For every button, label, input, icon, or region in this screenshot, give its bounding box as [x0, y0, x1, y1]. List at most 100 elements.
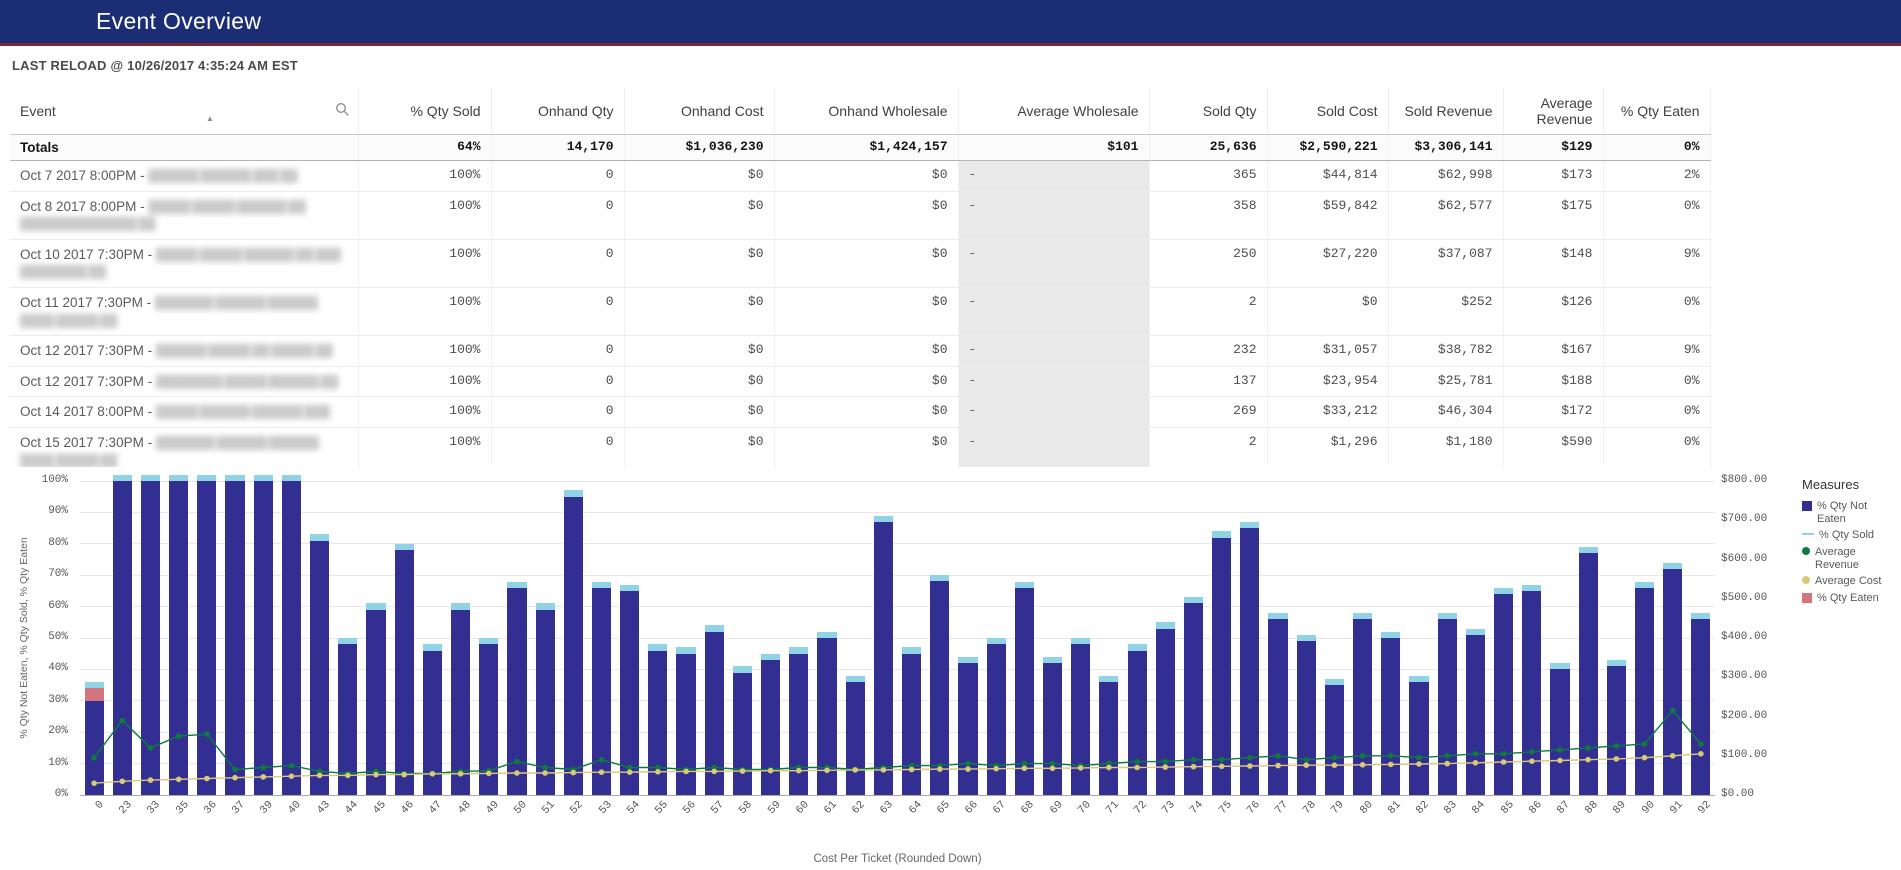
x-axis-tick-label[interactable]: 44 — [343, 799, 361, 817]
x-axis-tick-label[interactable]: 46 — [399, 799, 417, 817]
x-axis-tick-label[interactable]: 43 — [315, 799, 333, 817]
x-axis-tick-label[interactable]: 92 — [1696, 799, 1714, 817]
x-axis-tick-label[interactable]: 53 — [596, 799, 614, 817]
cell-sold-revenue[interactable]: $38,782 — [1388, 336, 1503, 367]
cell-onhand-qty[interactable]: 0 — [491, 191, 624, 239]
column-header-average-revenue[interactable]: Average Revenue — [1503, 88, 1603, 134]
x-axis-tick-label[interactable]: 45 — [371, 799, 389, 817]
cell-onhand-wholesale[interactable]: $0 — [774, 336, 958, 367]
cell-qty-sold[interactable]: 100% — [358, 161, 491, 192]
cell-average-wholesale[interactable]: - — [958, 161, 1149, 192]
column-header-average-wholesale[interactable]: Average Wholesale — [958, 88, 1149, 134]
x-axis-tick-label[interactable]: 35 — [174, 799, 192, 817]
cell-sold-qty[interactable]: 358 — [1149, 191, 1267, 239]
x-axis-tick-label[interactable]: 0 — [94, 799, 107, 812]
cell-qty-eaten[interactable]: 0% — [1603, 366, 1710, 397]
legend-item-qty-not-eaten[interactable]: % Qty Not Eaten — [1802, 500, 1898, 525]
cell-onhand-cost[interactable]: $0 — [624, 288, 774, 336]
x-axis-tick-label[interactable]: 88 — [1583, 799, 1601, 817]
cell-average-wholesale[interactable]: - — [958, 366, 1149, 397]
cell-average-wholesale[interactable]: - — [958, 191, 1149, 239]
x-axis-tick-label[interactable]: 72 — [1132, 799, 1150, 817]
x-axis-tick-label[interactable]: 80 — [1358, 799, 1376, 817]
x-axis-tick-label[interactable]: 87 — [1555, 799, 1573, 817]
event-cell[interactable]: Oct 7 2017 8:00PM - ██████ ██████ ███ ██ — [10, 161, 358, 192]
x-axis-tick-label[interactable]: 81 — [1386, 799, 1404, 817]
x-axis-tick-label[interactable]: 83 — [1442, 799, 1460, 817]
column-header-qty-sold[interactable]: % Qty Sold — [358, 88, 491, 134]
x-axis-tick-label[interactable]: 39 — [258, 799, 276, 817]
cell-onhand-cost[interactable]: $0 — [624, 336, 774, 367]
cell-sold-cost[interactable]: $31,057 — [1267, 336, 1388, 367]
cell-sold-revenue[interactable]: $252 — [1388, 288, 1503, 336]
x-axis-tick-label[interactable]: 62 — [850, 799, 868, 817]
cell-sold-qty[interactable]: 269 — [1149, 397, 1267, 428]
cell-sold-cost[interactable]: $33,212 — [1267, 397, 1388, 428]
cell-onhand-cost[interactable]: $0 — [624, 397, 774, 428]
x-axis-tick-label[interactable]: 75 — [1217, 799, 1235, 817]
x-axis-tick-label[interactable]: 61 — [822, 799, 840, 817]
x-axis-tick-label[interactable]: 89 — [1611, 799, 1629, 817]
column-header-onhand-wholesale[interactable]: Onhand Wholesale — [774, 88, 958, 134]
x-axis-tick-label[interactable]: 64 — [907, 799, 925, 817]
cell-onhand-cost[interactable]: $0 — [624, 191, 774, 239]
x-axis-tick-label[interactable]: 49 — [484, 799, 502, 817]
x-axis-tick-label[interactable]: 68 — [1019, 799, 1037, 817]
cell-sold-qty[interactable]: 232 — [1149, 336, 1267, 367]
cell-onhand-qty[interactable]: 0 — [491, 366, 624, 397]
x-axis-tick-label[interactable]: 40 — [286, 799, 304, 817]
x-axis-tick-label[interactable]: 71 — [1104, 799, 1122, 817]
cell-onhand-wholesale[interactable]: $0 — [774, 288, 958, 336]
cell-average-revenue[interactable]: $148 — [1503, 239, 1603, 287]
cell-average-revenue[interactable]: $172 — [1503, 397, 1603, 428]
x-axis-tick-label[interactable]: 58 — [737, 799, 755, 817]
cell-average-wholesale[interactable]: - — [958, 288, 1149, 336]
cell-onhand-wholesale[interactable]: $0 — [774, 239, 958, 287]
cell-sold-cost[interactable]: $44,814 — [1267, 161, 1388, 192]
x-axis-tick-label[interactable]: 73 — [1160, 799, 1178, 817]
cell-average-wholesale[interactable]: - — [958, 336, 1149, 367]
cell-qty-eaten[interactable]: 0% — [1603, 397, 1710, 428]
x-axis-tick-label[interactable]: 23 — [117, 799, 135, 817]
x-axis-tick-label[interactable]: 33 — [145, 799, 163, 817]
cell-average-wholesale[interactable]: - — [958, 397, 1149, 428]
x-axis-tick-label[interactable]: 79 — [1329, 799, 1347, 817]
cell-sold-qty[interactable]: 137 — [1149, 366, 1267, 397]
x-axis-tick-label[interactable]: 50 — [512, 799, 530, 817]
event-cell[interactable]: Oct 11 2017 7:30PM - ███████ ██████ ████… — [10, 288, 358, 336]
event-cell[interactable]: Oct 10 2017 7:30PM - █████ █████ ██████ … — [10, 239, 358, 287]
event-cell[interactable]: Oct 12 2017 7:30PM - ██████ █████ ██ ███… — [10, 336, 358, 367]
x-axis-tick-label[interactable]: 82 — [1414, 799, 1432, 817]
x-axis-tick-label[interactable]: 36 — [202, 799, 220, 817]
search-icon[interactable] — [335, 102, 350, 120]
cell-sold-revenue[interactable]: $62,577 — [1388, 191, 1503, 239]
x-axis-tick-label[interactable]: 66 — [963, 799, 981, 817]
cell-qty-sold[interactable]: 100% — [358, 366, 491, 397]
cell-onhand-cost[interactable]: $0 — [624, 366, 774, 397]
cell-onhand-qty[interactable]: 0 — [491, 288, 624, 336]
cell-sold-cost[interactable]: $23,954 — [1267, 366, 1388, 397]
cell-average-wholesale[interactable]: - — [958, 239, 1149, 287]
legend-item-qty-eaten[interactable]: % Qty Eaten — [1802, 592, 1898, 605]
column-header-sold-cost[interactable]: Sold Cost — [1267, 88, 1388, 134]
x-axis-tick-label[interactable]: 59 — [766, 799, 784, 817]
cell-qty-sold[interactable]: 100% — [358, 397, 491, 428]
column-header-onhand-qty[interactable]: Onhand Qty — [491, 88, 624, 134]
cell-sold-cost[interactable]: $59,842 — [1267, 191, 1388, 239]
legend-item-average-revenue[interactable]: Average Revenue — [1802, 546, 1898, 571]
event-cell[interactable]: Oct 14 2017 8:00PM - █████ ██████ ██████… — [10, 397, 358, 428]
x-axis-tick-label[interactable]: 67 — [991, 799, 1009, 817]
cell-sold-revenue[interactable]: $25,781 — [1388, 366, 1503, 397]
x-axis-tick-label[interactable]: 52 — [568, 799, 586, 817]
legend-item-qty-sold[interactable]: % Qty Sold — [1802, 529, 1898, 542]
cell-qty-eaten[interactable]: 0% — [1603, 288, 1710, 336]
cell-qty-sold[interactable]: 100% — [358, 288, 491, 336]
x-axis-tick-label[interactable]: 91 — [1668, 799, 1686, 817]
cell-qty-sold[interactable]: 100% — [358, 191, 491, 239]
x-axis-tick-label[interactable]: 48 — [456, 799, 474, 817]
event-cell[interactable]: Oct 12 2017 7:30PM - ████████ █████ ████… — [10, 366, 358, 397]
cell-onhand-qty[interactable]: 0 — [491, 239, 624, 287]
event-cell[interactable]: Oct 8 2017 8:00PM - █████ █████ ██████ █… — [10, 191, 358, 239]
x-axis-tick-label[interactable]: 57 — [709, 799, 727, 817]
cell-sold-cost[interactable]: $27,220 — [1267, 239, 1388, 287]
